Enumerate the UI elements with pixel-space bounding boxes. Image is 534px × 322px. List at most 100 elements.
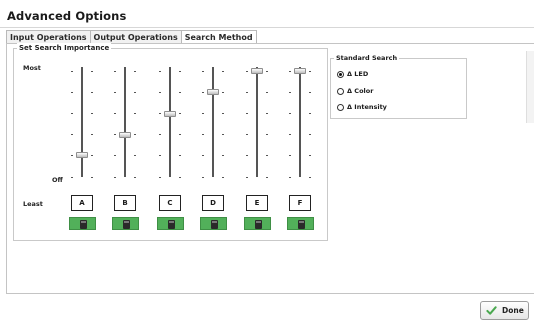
tab-bar: Input Operations Output Operations Searc…	[6, 30, 257, 44]
label-off: Off	[52, 176, 63, 184]
slider-tick	[309, 113, 311, 114]
slider-tick	[159, 155, 161, 156]
radio-button[interactable]	[337, 103, 344, 111]
slider-tick	[309, 177, 311, 178]
slider-tick	[134, 134, 136, 135]
slider-tick	[134, 71, 136, 72]
slider-tick	[246, 113, 248, 114]
slider-tick	[91, 177, 93, 178]
vertical-scrollbar[interactable]	[526, 51, 534, 123]
slider-tick	[309, 134, 311, 135]
slider-tick	[266, 177, 268, 178]
device-icon	[80, 220, 87, 229]
radio-label: Δ Color	[347, 87, 374, 95]
slider-tick	[266, 134, 268, 135]
slider-tick	[202, 155, 204, 156]
slider-tick	[179, 113, 181, 114]
slider-tick	[289, 177, 291, 178]
channel-button-a[interactable]: A	[71, 195, 93, 211]
slider-tick	[246, 92, 248, 93]
slider-tick	[289, 155, 291, 156]
tab-output-operations[interactable]: Output Operations	[89, 30, 181, 44]
slider-tick	[114, 155, 116, 156]
title-divider	[0, 27, 534, 28]
slider-tick	[179, 71, 181, 72]
slider-tick	[159, 177, 161, 178]
radio-option-delta-led[interactable]: Δ LED	[337, 69, 368, 79]
slider-thumb-e[interactable]	[251, 68, 263, 74]
slider-tick	[222, 71, 224, 72]
slider-tick	[202, 134, 204, 135]
slider-tick	[71, 177, 73, 178]
slider-tick	[114, 92, 116, 93]
channel-button-b[interactable]: B	[114, 195, 136, 211]
slider-tick	[246, 177, 248, 178]
slider-tick	[246, 155, 248, 156]
slider-tick	[309, 71, 311, 72]
slider-tick	[71, 155, 73, 156]
slider-tick	[266, 155, 268, 156]
slider-tick	[222, 134, 224, 135]
slider-thumb-a[interactable]	[76, 151, 88, 158]
slider-tick	[309, 155, 311, 156]
done-button[interactable]: Done	[480, 301, 529, 320]
device-indicator-a	[69, 217, 96, 230]
device-indicator-c	[157, 217, 184, 230]
tab-search-method[interactable]: Search Method	[180, 30, 257, 44]
done-button-label: Done	[502, 306, 524, 315]
search-importance-title: Set Search Importance	[17, 43, 112, 53]
slider-tick	[289, 92, 291, 93]
slider-tick	[179, 92, 181, 93]
slider-track-a[interactable]	[81, 67, 83, 177]
radio-option-delta-intensity[interactable]: Δ Intensity	[337, 102, 387, 112]
slider-thumb-c[interactable]	[164, 111, 176, 118]
channel-button-f[interactable]: F	[289, 195, 311, 211]
slider-tick	[266, 92, 268, 93]
slider-tick	[222, 113, 224, 114]
slider-tick	[71, 113, 73, 114]
radio-button[interactable]	[337, 87, 344, 95]
channel-button-d[interactable]: D	[202, 195, 224, 211]
slider-tick	[202, 113, 204, 114]
slider-tick	[289, 134, 291, 135]
channel-button-c[interactable]: C	[159, 195, 181, 211]
standard-search-title: Standard Search	[334, 53, 400, 63]
channel-button-e[interactable]: E	[246, 195, 268, 211]
slider-tick	[91, 71, 93, 72]
slider-tick	[71, 134, 73, 135]
slider-tick	[91, 134, 93, 135]
slider-tick	[134, 155, 136, 156]
slider-track-d[interactable]	[212, 67, 214, 177]
slider-tick	[289, 113, 291, 114]
slider-tick	[159, 71, 161, 72]
slider-tick	[159, 134, 161, 135]
device-indicator-d	[200, 217, 227, 230]
slider-tick	[202, 177, 204, 178]
radio-option-delta-color[interactable]: Δ Color	[337, 86, 373, 96]
slider-tick	[114, 134, 116, 135]
slider-track-b[interactable]	[124, 67, 126, 177]
slider-tick	[266, 71, 268, 72]
slider-tick	[114, 71, 116, 72]
slider-track-c[interactable]	[169, 67, 171, 177]
slider-tick	[114, 113, 116, 114]
slider-thumb-b[interactable]	[119, 131, 131, 138]
check-icon	[486, 306, 497, 315]
device-indicator-f	[287, 217, 314, 230]
device-indicator-b	[112, 217, 139, 230]
device-icon	[123, 220, 130, 229]
slider-tick	[202, 92, 204, 93]
slider-tick	[289, 71, 291, 72]
slider-track-f[interactable]	[299, 67, 301, 177]
device-icon	[211, 220, 218, 229]
radio-label: Δ Intensity	[347, 103, 387, 111]
slider-thumb-d[interactable]	[207, 89, 219, 96]
dialog-title: Advanced Options	[7, 9, 127, 23]
slider-thumb-f[interactable]	[294, 68, 306, 74]
device-icon	[168, 220, 175, 229]
radio-button[interactable]	[337, 70, 344, 78]
tab-input-operations[interactable]: Input Operations	[6, 30, 90, 44]
slider-tick	[91, 155, 93, 156]
label-least: Least	[23, 200, 43, 208]
slider-track-e[interactable]	[256, 67, 258, 177]
